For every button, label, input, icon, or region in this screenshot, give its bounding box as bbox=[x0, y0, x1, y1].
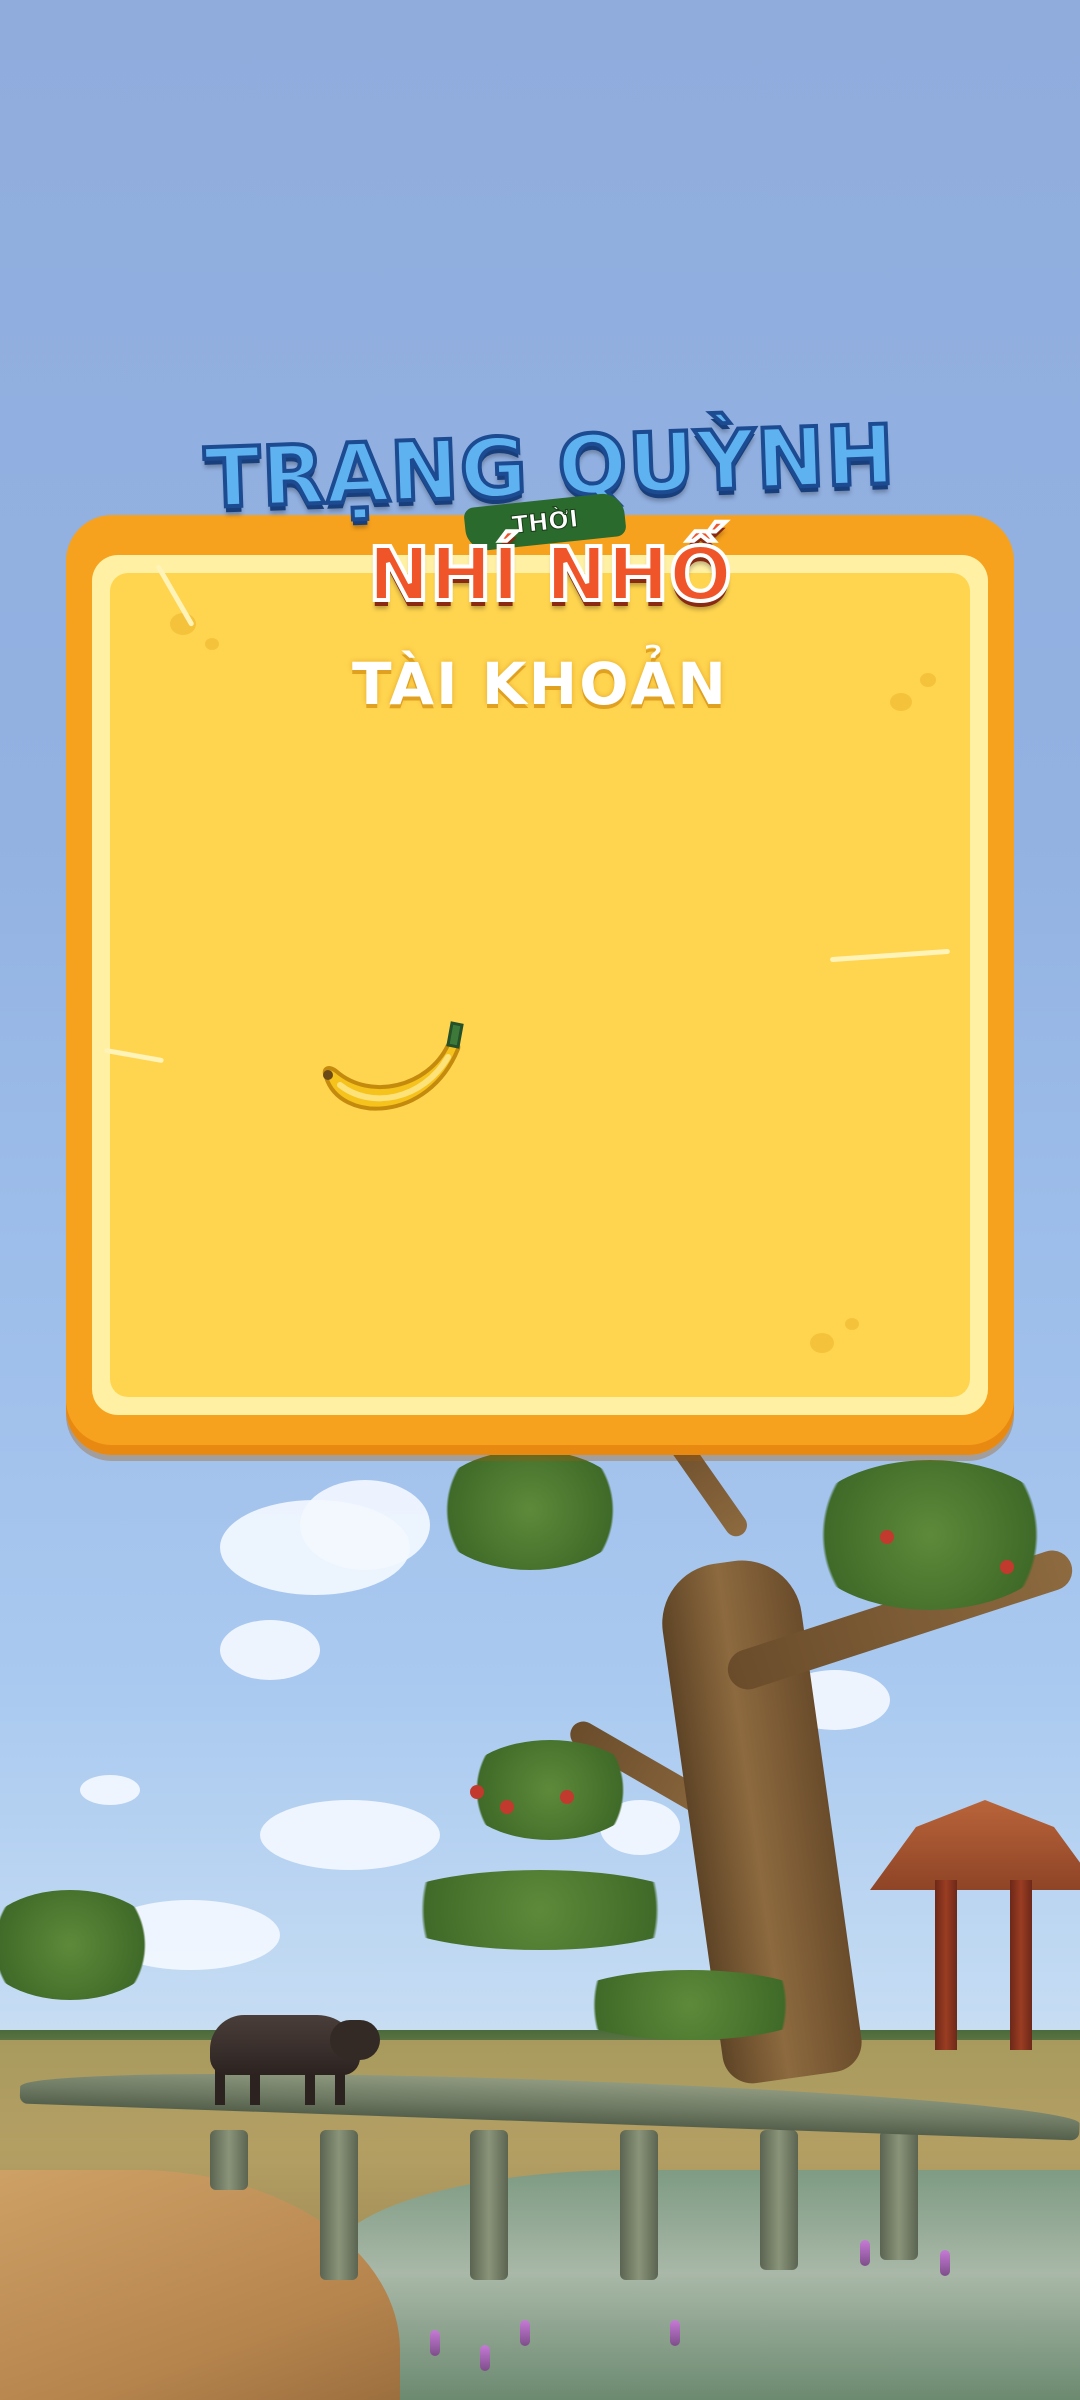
cloud bbox=[260, 1800, 440, 1870]
bridge-pillar bbox=[880, 2130, 918, 2260]
water-flower bbox=[860, 2240, 870, 2266]
water-flower bbox=[480, 2345, 490, 2371]
tree-foliage bbox=[430, 1450, 630, 1570]
water-flower bbox=[940, 2250, 950, 2276]
water-flower bbox=[520, 2320, 530, 2346]
panel-speck bbox=[845, 1318, 859, 1330]
water-flower bbox=[430, 2330, 440, 2356]
logo-title-secondary: NHÍ NHỐ bbox=[366, 530, 734, 620]
bridge-pillar bbox=[470, 2130, 508, 2280]
banana-icon bbox=[310, 1005, 470, 1135]
tree-foliage bbox=[460, 1740, 640, 1840]
pagoda-roof bbox=[870, 1800, 1080, 1890]
panel-crack bbox=[104, 1047, 164, 1064]
river bbox=[330, 2170, 1080, 2400]
red-berry bbox=[880, 1530, 894, 1544]
game-screen: TÀI KHOẢN TRẠNG QUỲNH THỜI NHÍ NHỐ bbox=[0, 0, 1080, 2400]
account-panel: TÀI KHOẢN bbox=[66, 515, 1014, 1455]
red-berry bbox=[560, 1790, 574, 1804]
buffalo-head bbox=[330, 2020, 380, 2060]
bridge-pillar bbox=[210, 2130, 248, 2190]
bridge-pillar bbox=[320, 2130, 358, 2280]
red-berry bbox=[500, 1800, 514, 1814]
cloud bbox=[220, 1620, 320, 1680]
panel-title: TÀI KHOẢN bbox=[352, 650, 728, 718]
pagoda-post bbox=[1010, 1880, 1032, 2050]
cloud bbox=[80, 1775, 140, 1805]
red-berry bbox=[470, 1785, 484, 1799]
cloud bbox=[300, 1480, 430, 1570]
bridge-pillar bbox=[620, 2130, 658, 2280]
water-flower bbox=[670, 2320, 680, 2346]
bushes bbox=[560, 1970, 820, 2040]
pagoda-post bbox=[935, 1880, 957, 2050]
red-berry bbox=[1000, 1560, 1014, 1574]
panel-crack bbox=[829, 948, 951, 963]
game-logo: TRẠNG QUỲNH THỜI NHÍ NHỐ bbox=[200, 406, 900, 650]
bridge-pillar bbox=[760, 2130, 798, 2270]
tree-middle bbox=[380, 1870, 700, 1950]
tree-foliage bbox=[800, 1460, 1060, 1610]
panel-speck bbox=[810, 1333, 834, 1353]
